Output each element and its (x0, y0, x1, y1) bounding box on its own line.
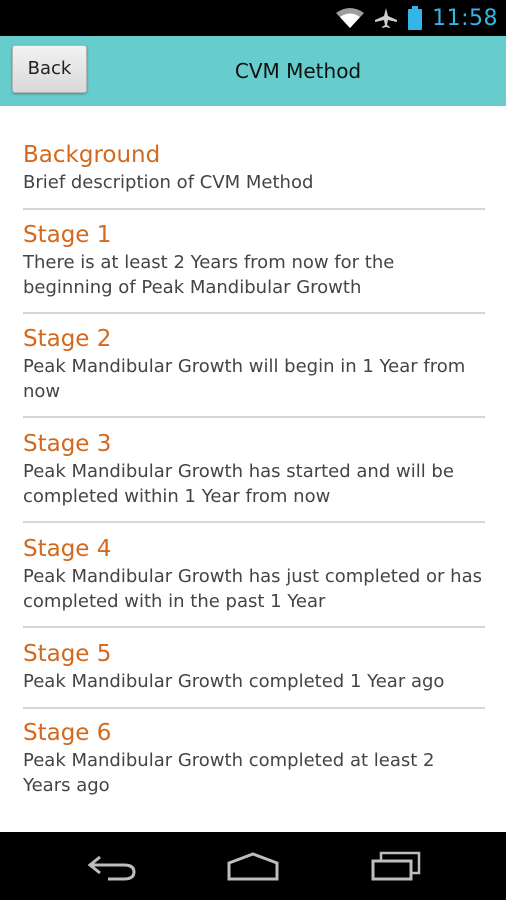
item-description: Peak Mandibular Growth will begin in 1 Y… (23, 356, 466, 402)
item-title: Stage 4 (23, 536, 112, 562)
wifi-icon (336, 7, 365, 29)
clock: 11:58 (432, 5, 498, 31)
status-bar: 11:58 (0, 0, 506, 36)
nav-home-button[interactable] (225, 850, 281, 882)
action-bar: CVM Method Back (0, 36, 506, 106)
list-item-stage-1[interactable]: Stage 1 There is at least 2 Years from n… (23, 220, 485, 314)
item-description: Brief description of CVM Method (23, 172, 314, 193)
item-title: Stage 6 (23, 720, 112, 746)
list-item-stage-5[interactable]: Stage 5 Peak Mandibular Growth completed… (23, 639, 485, 709)
home-icon (227, 852, 279, 881)
list-item-background[interactable]: Background Brief description of CVM Meth… (23, 140, 485, 210)
recent-apps-icon (371, 851, 421, 881)
back-icon (87, 855, 136, 881)
item-description: Peak Mandibular Growth completed 1 Year … (23, 671, 445, 692)
navigation-bar (0, 832, 506, 900)
item-title: Stage 3 (23, 431, 112, 457)
list-item-stage-3[interactable]: Stage 3 Peak Mandibular Growth has start… (23, 429, 485, 523)
item-title: Stage 1 (23, 222, 112, 248)
item-title: Stage 5 (23, 641, 112, 667)
item-description: There is at least 2 Years from now for t… (23, 252, 395, 298)
item-description: Peak Mandibular Growth completed at leas… (23, 750, 435, 796)
nav-back-button[interactable] (84, 850, 140, 882)
list-item-stage-2[interactable]: Stage 2 Peak Mandibular Growth will begi… (23, 324, 485, 418)
item-description: Peak Mandibular Growth has just complete… (23, 566, 482, 612)
nav-recent-apps-button[interactable] (368, 850, 424, 882)
item-title: Background (23, 142, 161, 168)
back-button[interactable]: Back (12, 45, 87, 93)
item-title: Stage 2 (23, 326, 112, 352)
list-item-stage-4[interactable]: Stage 4 Peak Mandibular Growth has just … (23, 534, 485, 628)
stage-list: Background Brief description of CVM Meth… (0, 106, 506, 832)
battery-icon (408, 6, 423, 30)
airplane-icon (374, 7, 398, 29)
list-item-stage-6[interactable]: Stage 6 Peak Mandibular Growth completed… (23, 718, 485, 812)
item-description: Peak Mandibular Growth has started and w… (23, 461, 454, 507)
